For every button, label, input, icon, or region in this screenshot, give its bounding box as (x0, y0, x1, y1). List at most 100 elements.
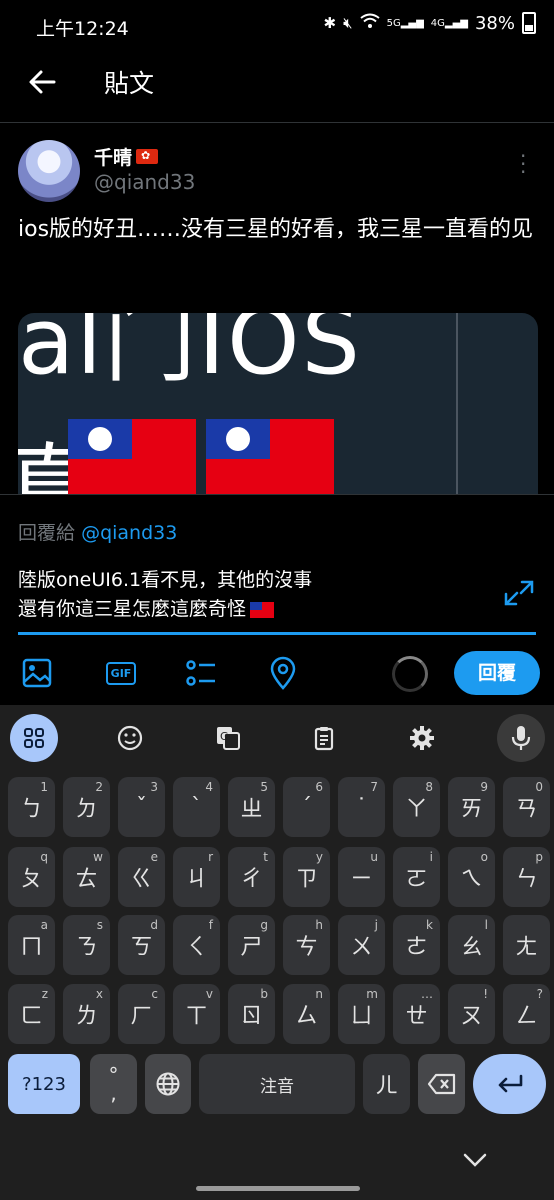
key-hint: n (315, 987, 323, 1001)
apps-grid-icon[interactable] (10, 714, 58, 762)
key-hint: 9 (480, 780, 488, 794)
symbols-key[interactable]: ?123 (8, 1054, 80, 1114)
expand-icon[interactable] (502, 578, 536, 608)
key-row2-4[interactable]: ㄔt (228, 847, 275, 907)
key-row2-9[interactable]: ㄣp (503, 847, 550, 907)
space-key[interactable]: 注音 (199, 1054, 355, 1114)
media-divider-line (456, 313, 458, 495)
settings-gear-icon[interactable] (398, 714, 446, 762)
key-hint: u (370, 850, 378, 864)
key-row2-0[interactable]: ㄆq (8, 847, 55, 907)
enter-key[interactable] (473, 1054, 546, 1114)
key-row2-8[interactable]: ㄟo (448, 847, 495, 907)
key-hint: a (40, 918, 48, 932)
key-row1-7[interactable]: ㄚ8 (393, 777, 440, 837)
signal-5g-icon: 5G▂▄▆ (386, 17, 424, 29)
key-label: ㄑ (185, 935, 208, 960)
poll-icon[interactable] (182, 654, 220, 692)
key-row2-6[interactable]: ㄧu (338, 847, 385, 907)
key-row3-8[interactable]: ㄠl (448, 915, 495, 975)
key-row1-1[interactable]: ㄉ2 (63, 777, 110, 837)
key-row2-3[interactable]: ㄐr (173, 847, 220, 907)
key-row4-2[interactable]: ㄏc (118, 984, 165, 1044)
header-divider (0, 122, 554, 123)
key-row1-2[interactable]: ˇ3 (118, 777, 165, 837)
key-hint: 2 (95, 780, 103, 794)
status-bar: 上午12:24 ✱ 🔇︎ 5G▂▄▆ 4G▂▄▆ 38% (0, 0, 554, 56)
key-row1-9[interactable]: ㄢ0 (503, 777, 550, 837)
taiwan-flag-icon (206, 419, 334, 495)
key-row4-5[interactable]: ㄙn (283, 984, 330, 1044)
page-title: 貼文 (104, 69, 155, 98)
key-row1-8[interactable]: ㄞ9 (448, 777, 495, 837)
emoji-icon[interactable] (106, 714, 154, 762)
key-row2-1[interactable]: ㄊw (63, 847, 110, 907)
key-label: ㄞ (460, 797, 483, 822)
key-label: ㄏ (130, 1004, 153, 1029)
key-row3-2[interactable]: ㄎd (118, 915, 165, 975)
key-row3-4[interactable]: ㄕg (228, 915, 275, 975)
punctuation-key[interactable]: ° , (90, 1054, 137, 1114)
translate-icon[interactable]: G (204, 714, 252, 762)
key-row4-0[interactable]: ㄈz (8, 984, 55, 1044)
status-time: 上午12:24 (36, 18, 129, 40)
reply-button[interactable]: 回覆 (454, 651, 540, 695)
key-row4-9[interactable]: ㄥ? (503, 984, 550, 1044)
key-hint: c (151, 987, 158, 1001)
clipboard-icon[interactable] (300, 714, 348, 762)
key-row3-3[interactable]: ㄑf (173, 915, 220, 975)
key-row1-6[interactable]: ˙ 7 (338, 777, 385, 837)
key-label: ㄚ (405, 797, 428, 822)
key-hint: z (41, 987, 48, 1001)
more-options-icon[interactable]: · · · (520, 146, 526, 182)
key-row3-1[interactable]: ㄋs (63, 915, 110, 975)
key-row1-3[interactable]: ˋ4 (173, 777, 220, 837)
key-row4-3[interactable]: ㄒv (173, 984, 220, 1044)
key-row1-0[interactable]: ㄅ1 (8, 777, 55, 837)
key-hint: i (429, 850, 433, 864)
key-row1-5[interactable]: ˊ6 (283, 777, 330, 837)
key-row3-5[interactable]: ㄘh (283, 915, 330, 975)
hide-keyboard-chevron-icon[interactable] (462, 1150, 488, 1170)
tweet-media[interactable]: al门IOS 真 (18, 313, 538, 495)
microphone-icon[interactable] (497, 714, 545, 762)
key-row1-4[interactable]: ㄓ5 (228, 777, 275, 837)
reply-line-2-text: 還有你這三星怎麼這麼奇怪 (18, 598, 247, 620)
key-row3-0[interactable]: ㄇa (8, 915, 55, 975)
key-row3-9[interactable]: ㄤ (503, 915, 550, 975)
backspace-icon[interactable] (418, 1054, 465, 1114)
key-row3-7[interactable]: ㄜk (393, 915, 440, 975)
tweet-author[interactable]: 千晴 (94, 143, 159, 170)
key-row4-6[interactable]: ㄩm (338, 984, 385, 1044)
key-row4-7[interactable]: ㄝ… (393, 984, 440, 1044)
signal-4g-icon: 4G▂▄▆ (430, 17, 468, 29)
author-handle[interactable]: @qiand33 (94, 170, 195, 194)
back-arrow-icon[interactable] (26, 66, 58, 98)
key-row4-4[interactable]: ㄖb (228, 984, 275, 1044)
globe-icon[interactable] (145, 1054, 191, 1114)
key-hint: 5 (260, 780, 268, 794)
key-hint: b (260, 987, 268, 1001)
key-row4-1[interactable]: ㄌx (63, 984, 110, 1044)
location-icon[interactable] (264, 654, 302, 692)
image-icon[interactable] (18, 654, 56, 692)
key-row2-7[interactable]: ㄛi (393, 847, 440, 907)
key-row2-5[interactable]: ㄗy (283, 847, 330, 907)
key-label: ㄠ (460, 935, 483, 960)
gif-icon[interactable]: GIF (102, 654, 140, 692)
key-label: ㄡ (460, 1004, 483, 1029)
key-row2-2[interactable]: ㄍe (118, 847, 165, 907)
key-label: ㄌ (75, 1004, 98, 1029)
character-count-ring (392, 656, 428, 692)
key-label: ㄥ (515, 1004, 538, 1029)
reply-to-handle[interactable]: @qiand33 (81, 522, 177, 544)
key-label: ㄢ (515, 797, 538, 822)
reply-prefix: 回覆給 (18, 522, 76, 544)
key-er[interactable]: ㄦ (363, 1054, 410, 1114)
avatar[interactable] (18, 140, 80, 202)
home-indicator[interactable] (196, 1186, 360, 1191)
key-row4-8[interactable]: ㄡ! (448, 984, 495, 1044)
key-label: ㄈ (20, 1004, 43, 1029)
reply-input[interactable]: 陸版oneUI6.1看不見，其他的沒事 還有你這三星怎麼這麼奇怪 (18, 566, 498, 624)
key-row3-6[interactable]: ㄨj (338, 915, 385, 975)
